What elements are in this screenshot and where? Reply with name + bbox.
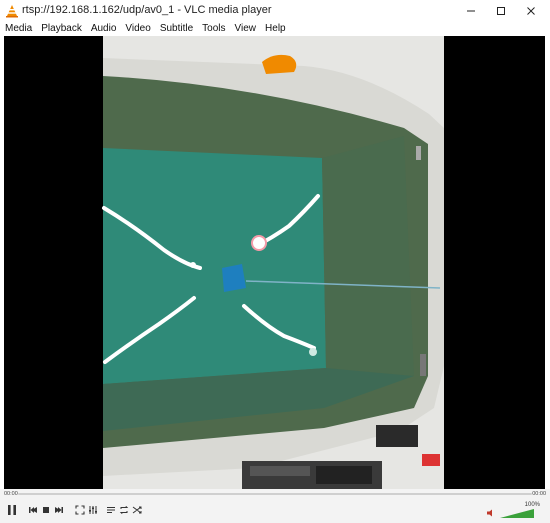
minimize-button[interactable]: [456, 0, 486, 22]
volume-label: 100%: [524, 502, 540, 508]
volume-fill: [500, 509, 534, 518]
volume-slider[interactable]: [500, 509, 534, 518]
menu-playback[interactable]: Playback: [36, 22, 86, 36]
stop-icon: [43, 507, 49, 513]
playlist-icon: [107, 507, 115, 513]
time-elapsed: 00:00: [4, 491, 18, 497]
title-bar: rtsp://192.168.1.162/udp/av0_1 - VLC med…: [0, 0, 550, 22]
seek-slider[interactable]: [18, 493, 532, 495]
speaker-icon[interactable]: [486, 508, 496, 518]
fullscreen-button[interactable]: [73, 503, 87, 517]
skip-back-icon: [29, 507, 37, 513]
menu-tools[interactable]: Tools: [197, 22, 229, 36]
pause-icon: [8, 505, 16, 515]
stop-button[interactable]: [39, 503, 53, 517]
equalizer-icon: [89, 506, 97, 514]
loop-icon: [119, 505, 129, 515]
video-surface[interactable]: [4, 36, 545, 489]
next-button[interactable]: [52, 503, 66, 517]
close-button[interactable]: [516, 0, 546, 22]
window-title: rtsp://192.168.1.162/udp/av0_1 - VLC med…: [22, 4, 272, 16]
loop-button[interactable]: [117, 503, 131, 517]
menu-view[interactable]: View: [230, 22, 261, 36]
menu-subtitle[interactable]: Subtitle: [155, 22, 197, 36]
seek-row: 00:00 00:00: [0, 489, 550, 499]
playlist-button[interactable]: [104, 503, 118, 517]
skip-forward-icon: [55, 507, 63, 513]
time-total: 00:00: [532, 491, 546, 497]
tank-water: [103, 148, 326, 384]
equipment-box: [376, 425, 418, 447]
pause-button[interactable]: [5, 503, 19, 517]
vlc-cone-icon: [5, 4, 19, 18]
menu-video[interactable]: Video: [120, 22, 154, 36]
video-frame: [4, 36, 545, 489]
extended-settings-button[interactable]: [86, 503, 100, 517]
menu-audio[interactable]: Audio: [86, 22, 121, 36]
menu-help[interactable]: Help: [260, 22, 290, 36]
shuffle-button[interactable]: [130, 503, 144, 517]
menu-media[interactable]: Media: [0, 22, 36, 36]
shuffle-icon: [132, 506, 142, 514]
menu-bar: Media Playback Audio Video Subtitle Tool…: [0, 22, 550, 36]
underwater-robot: [222, 264, 246, 292]
maximize-button[interactable]: [486, 0, 516, 22]
previous-button[interactable]: [26, 503, 40, 517]
fullscreen-icon: [75, 505, 85, 515]
control-bar: 100%: [0, 499, 550, 523]
